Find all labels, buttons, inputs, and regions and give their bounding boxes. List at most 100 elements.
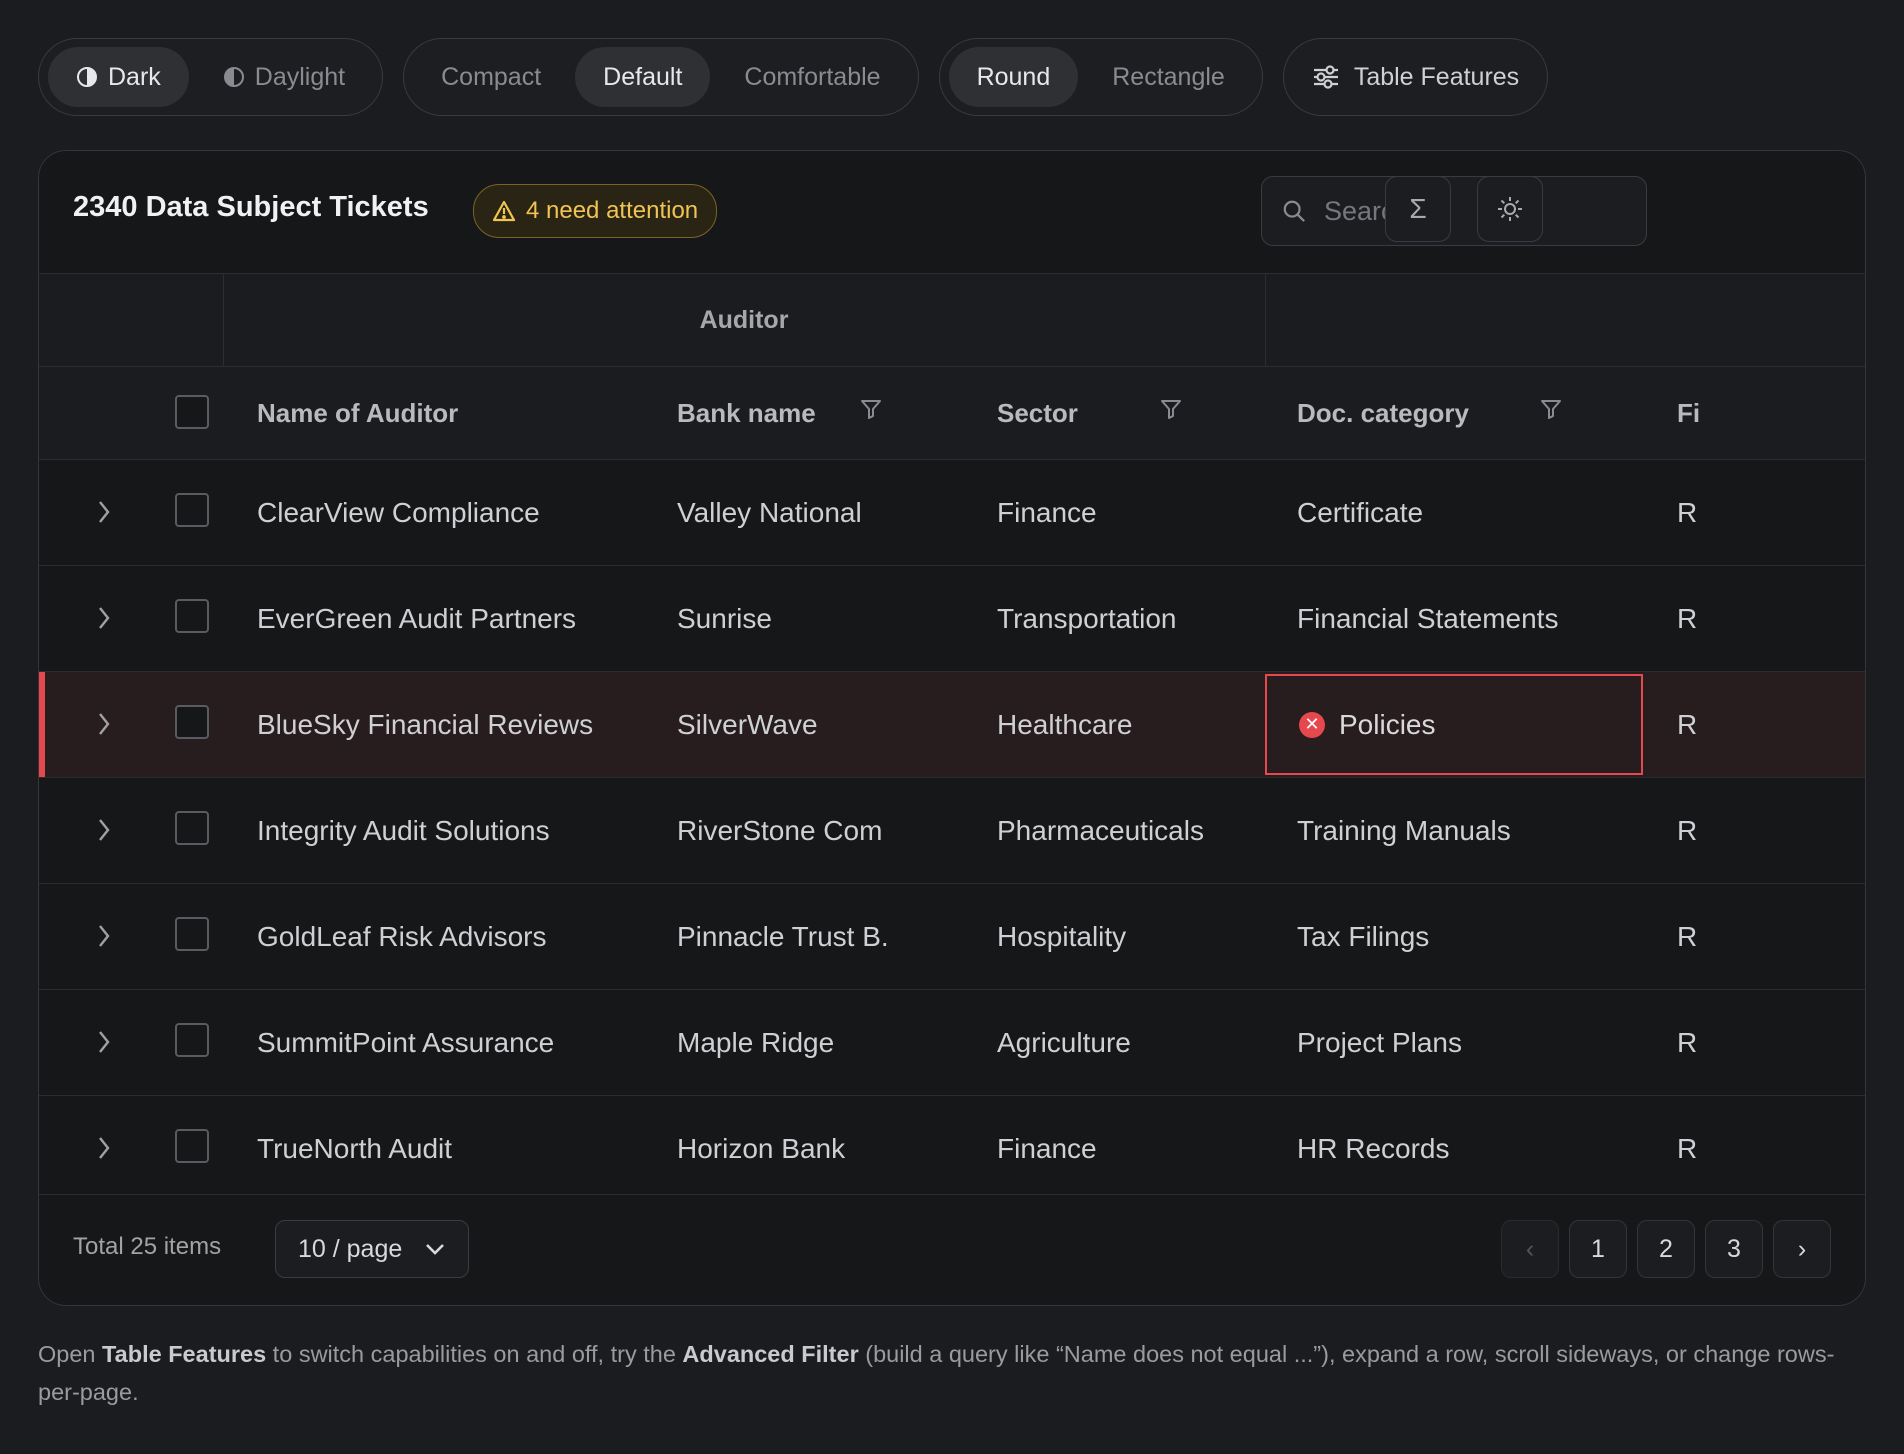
cell-doc-category[interactable]: Project Plans <box>1297 990 1462 1095</box>
density-toggle-group: Compact Default Comfortable <box>403 38 919 116</box>
chevron-right-icon[interactable] <box>95 498 113 526</box>
attention-badge-label: 4 need attention <box>526 197 699 224</box>
sun-icon <box>1498 197 1522 221</box>
chevron-right-icon[interactable] <box>95 816 113 844</box>
help-advanced-filter: Advanced Filter <box>682 1341 859 1367</box>
cell-name: SummitPoint Assurance <box>257 1026 555 1058</box>
cell-bank: Sunrise <box>677 602 772 634</box>
cell-sector: Healthcare <box>997 708 1133 740</box>
search-icon <box>1283 200 1305 222</box>
cell-fi: R <box>1677 602 1698 634</box>
row-checkbox[interactable] <box>175 493 209 527</box>
cell-doc-category[interactable]: HR Records <box>1297 1096 1449 1201</box>
cell-bank: Pinnacle Trust B. <box>677 920 889 952</box>
shape-round-button[interactable]: Round <box>948 47 1079 107</box>
cell-bank: Valley National <box>677 496 862 528</box>
help-text-part: to switch capabilities on and off, try t… <box>266 1341 683 1367</box>
table-row[interactable]: Integrity Audit Solutions RiverStone Com… <box>39 778 1865 884</box>
column-header-sector[interactable]: Sector <box>997 367 1078 459</box>
filter-icon[interactable] <box>1159 397 1183 421</box>
chevron-right-icon[interactable] <box>95 1134 113 1162</box>
cell-fi: R <box>1677 920 1698 952</box>
chevron-right-icon[interactable] <box>95 922 113 950</box>
toolbar: Dark Daylight Compact Default Comfortabl… <box>38 38 1549 118</box>
table-row[interactable]: ClearView Compliance Valley National Fin… <box>39 460 1865 566</box>
pagination-next-button[interactable]: › <box>1773 1220 1831 1278</box>
cell-fi: R <box>1677 708 1698 740</box>
cell-doc-category-invalid[interactable]: ✕ Policies <box>1265 674 1643 775</box>
chevron-right-icon[interactable] <box>95 710 113 738</box>
filter-icon[interactable] <box>1539 397 1563 421</box>
pagination-prev-button[interactable]: ‹ <box>1501 1220 1559 1278</box>
cell-bank: RiverStone Com <box>677 814 883 846</box>
row-checkbox[interactable] <box>175 811 209 845</box>
search-input[interactable] <box>1322 194 1626 228</box>
aggregate-button[interactable]: Σ <box>1385 176 1451 242</box>
column-header-name[interactable]: Name of Auditor <box>257 367 458 459</box>
total-items: Total 25 items <box>73 1233 222 1260</box>
settings-button[interactable] <box>1477 176 1543 242</box>
cell-bank: SilverWave <box>677 708 818 740</box>
page-size-select[interactable]: 10 / page <box>275 1220 469 1278</box>
cell-name: Integrity Audit Solutions <box>257 814 550 846</box>
row-checkbox[interactable] <box>175 917 209 951</box>
cell-sector: Finance <box>997 1132 1097 1164</box>
tickets-card: 2340 Data Subject Tickets 4 need attenti… <box>38 150 1866 1306</box>
half-circle-icon <box>77 67 97 87</box>
cell-sector: Hospitality <box>997 920 1127 952</box>
cell-fi: R <box>1677 1132 1698 1164</box>
column-header-row: Name of Auditor Bank name Sector Doc. ca… <box>39 367 1865 460</box>
row-checkbox[interactable] <box>175 599 209 633</box>
row-checkbox[interactable] <box>175 1023 209 1057</box>
filter-icon[interactable] <box>859 397 883 421</box>
cell-name: EverGreen Audit Partners <box>257 602 577 634</box>
cell-name: BlueSky Financial Reviews <box>257 708 594 740</box>
density-compact-button[interactable]: Compact <box>413 47 569 107</box>
pagination-page-3[interactable]: 3 <box>1705 1220 1763 1278</box>
pagination-page-2[interactable]: 2 <box>1637 1220 1695 1278</box>
pagination-page-1[interactable]: 1 <box>1569 1220 1627 1278</box>
help-text-part: Open <box>38 1341 103 1367</box>
column-header-fi[interactable]: Fi <box>1677 367 1700 459</box>
group-header-auditor: Auditor <box>699 305 789 334</box>
table-row-error[interactable]: BlueSky Financial Reviews SilverWave Hea… <box>39 672 1865 778</box>
help-text: Open Table Features to switch capabiliti… <box>38 1335 1868 1411</box>
density-comfortable-button[interactable]: Comfortable <box>716 47 908 107</box>
cell-doc-category: Policies <box>1339 708 1436 740</box>
table-row[interactable]: SummitPoint Assurance Maple Ridge Agricu… <box>39 990 1865 1096</box>
cell-doc-category[interactable]: Tax Filings <box>1297 884 1429 989</box>
sigma-icon: Σ <box>1409 193 1427 224</box>
table-footer: Total 25 items 10 / page ‹ 1 2 3 › <box>39 1194 1865 1305</box>
page: Dark Daylight Compact Default Comfortabl… <box>0 0 1904 1454</box>
select-all-checkbox[interactable] <box>175 395 209 429</box>
table-row[interactable]: TrueNorth Audit Horizon Bank Finance HR … <box>39 1096 1865 1201</box>
theme-daylight-label: Daylight <box>254 62 346 91</box>
cell-name: GoldLeaf Risk Advisors <box>257 920 547 952</box>
theme-dark-label: Dark <box>108 62 161 91</box>
column-header-doc-category[interactable]: Doc. category <box>1297 367 1469 459</box>
cell-sector: Transportation <box>997 602 1177 634</box>
table-row[interactable]: GoldLeaf Risk Advisors Pinnacle Trust B.… <box>39 884 1865 990</box>
chevron-right-icon[interactable] <box>95 604 113 632</box>
theme-daylight-button[interactable]: Daylight <box>195 47 373 107</box>
row-checkbox[interactable] <box>175 1129 209 1163</box>
attention-badge[interactable]: 4 need attention <box>473 184 718 238</box>
chevron-right-icon[interactable] <box>95 1028 113 1056</box>
theme-dark-button[interactable]: Dark <box>48 47 189 107</box>
density-default-button[interactable]: Default <box>575 47 711 107</box>
card-header: 2340 Data Subject Tickets 4 need attenti… <box>39 151 1865 273</box>
cell-fi: R <box>1677 1026 1698 1058</box>
tickets-table: Auditor Name of Auditor Bank name Sector… <box>39 273 1865 1201</box>
cell-doc-category[interactable]: Training Manuals <box>1297 778 1511 883</box>
error-icon: ✕ <box>1299 711 1325 738</box>
page-size-value: 10 / page <box>298 1234 403 1263</box>
table-features-button[interactable]: Table Features <box>1282 38 1549 116</box>
shape-rectangle-button[interactable]: Rectangle <box>1084 47 1253 107</box>
half-circle-icon <box>223 67 244 87</box>
cell-doc-category[interactable]: Financial Statements <box>1297 566 1558 671</box>
cell-sector: Finance <box>997 496 1097 528</box>
row-checkbox[interactable] <box>175 705 209 739</box>
cell-doc-category[interactable]: Certificate <box>1297 460 1423 565</box>
table-row[interactable]: EverGreen Audit Partners Sunrise Transpo… <box>39 566 1865 672</box>
column-header-bank[interactable]: Bank name <box>677 367 816 459</box>
